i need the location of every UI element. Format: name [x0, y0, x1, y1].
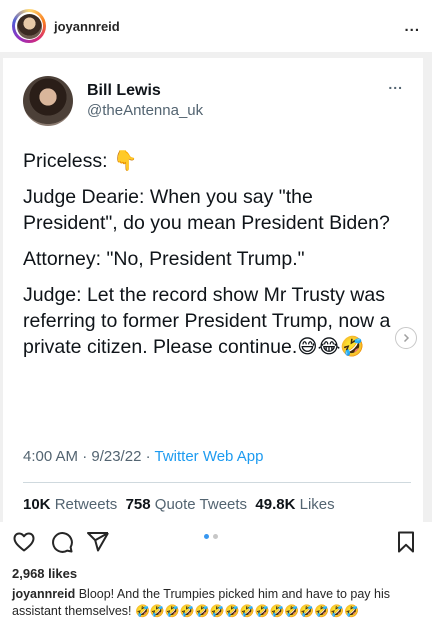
tweet-line: Priceless: 👇 [23, 150, 138, 172]
avatar[interactable] [12, 9, 46, 43]
tweet-timestamp: 4:00 AM · 9/23/22 · Twitter Web App [23, 448, 263, 465]
tweet-author-handle: @theAntenna_uk [87, 102, 204, 119]
tweet-text: Priceless: 👇 Judge Dearie: When you say … [23, 148, 403, 360]
like-count: 49.8K [255, 496, 296, 513]
heart-icon[interactable] [12, 530, 36, 559]
retweet-label: Retweets [54, 496, 118, 513]
divider [23, 482, 411, 483]
chevron-right-icon[interactable] [395, 327, 417, 349]
caption: joyannreid Bloop! And the Trumpies picke… [12, 586, 422, 620]
like-count-text[interactable]: 2,968 likes [12, 566, 77, 581]
carousel-indicator [204, 534, 218, 539]
retweet-count: 10K [23, 496, 51, 513]
post-header: joyannreid ... [0, 0, 432, 52]
tweet-avatar [23, 76, 73, 126]
tweet-line: Judge Dearie: When you say "the Presiden… [23, 186, 390, 234]
like-label: Likes [299, 496, 335, 513]
post-username[interactable]: joyannreid [54, 19, 120, 34]
carousel-dot [213, 534, 218, 539]
quote-label: Quote Tweets [154, 496, 248, 513]
tweet-stats: 10K Retweets 758 Quote Tweets 49.8K Like… [23, 496, 335, 513]
action-bar [0, 522, 432, 564]
tweet-more-icon: ... [388, 76, 403, 92]
bookmark-icon[interactable] [394, 530, 418, 559]
quote-count: 758 [125, 496, 151, 513]
post-image: Bill Lewis @theAntenna_uk ... Priceless:… [0, 52, 432, 522]
tweet-line: Judge: Let the record show Mr Trusty was… [23, 284, 391, 358]
caption-username[interactable]: joyannreid [12, 587, 75, 601]
tweet-time: 4:00 AM · 9/23/22 · [23, 448, 155, 465]
comment-icon[interactable] [50, 530, 74, 559]
tweet-card: Bill Lewis @theAntenna_uk ... Priceless:… [3, 58, 423, 522]
tweet-header: Bill Lewis @theAntenna_uk ... [23, 72, 403, 130]
tweet-author-name: Bill Lewis [87, 82, 161, 99]
tweet-source: Twitter Web App [154, 448, 264, 465]
send-icon[interactable] [86, 530, 110, 559]
caption-emojis: 🤣🤣🤣🤣🤣🤣🤣🤣🤣🤣🤣🤣🤣🤣🤣 [134, 604, 360, 618]
more-options-icon[interactable]: ... [404, 18, 420, 35]
avatar-image [16, 13, 42, 39]
carousel-dot [204, 534, 209, 539]
tweet-line: Attorney: "No, President Trump." [23, 248, 305, 270]
